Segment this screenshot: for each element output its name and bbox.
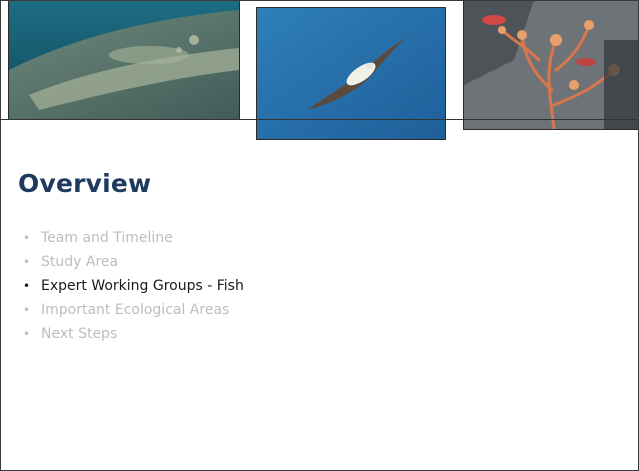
bullet-icon: •: [23, 255, 31, 269]
bullet-icon: •: [23, 327, 31, 341]
seabird-photo: [256, 7, 446, 140]
bullet-icon: •: [23, 303, 31, 317]
presentation-slide: Overview • Team and Timeline • Study Are…: [0, 0, 639, 471]
agenda-item-label: Important Ecological Areas: [41, 302, 230, 318]
header-divider: [1, 119, 638, 120]
bullet-icon: •: [23, 231, 31, 245]
agenda-item-label: Expert Working Groups - Fish: [41, 278, 244, 294]
agenda-item-label: Study Area: [41, 254, 119, 270]
slide-title: Overview: [18, 169, 152, 198]
whale-photo: [8, 1, 240, 120]
bullet-icon: •: [23, 279, 31, 293]
agenda-list: • Team and Timeline • Study Area • Exper…: [23, 226, 244, 346]
coral-fish-photo: [463, 1, 638, 130]
agenda-item-expert-working-groups: • Expert Working Groups - Fish: [23, 274, 244, 298]
agenda-item-study-area: • Study Area: [23, 250, 244, 274]
agenda-item-important-ecological-areas: • Important Ecological Areas: [23, 298, 244, 322]
agenda-item-label: Next Steps: [41, 326, 118, 342]
agenda-item-team-timeline: • Team and Timeline: [23, 226, 244, 250]
agenda-item-next-steps: • Next Steps: [23, 322, 244, 346]
agenda-item-label: Team and Timeline: [41, 230, 173, 246]
